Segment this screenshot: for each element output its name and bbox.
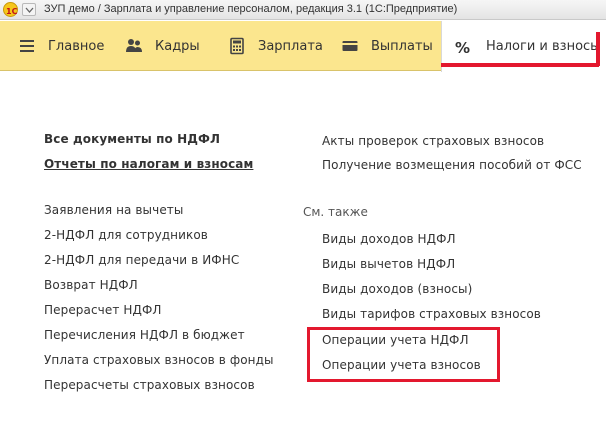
- section-taxes[interactable]: % Налоги и взносы: [441, 21, 606, 72]
- percent-icon: %: [454, 38, 472, 57]
- section-payments[interactable]: Выплаты: [341, 21, 433, 71]
- app-logo-icon[interactable]: 1С: [3, 2, 18, 17]
- section-label: Главное: [48, 38, 105, 54]
- link-tax-reports[interactable]: Отчеты по налогам и взносам: [44, 157, 253, 171]
- link-insurance-recalculations[interactable]: Перерасчеты страховых взносов: [44, 378, 255, 392]
- section-salary[interactable]: Зарплата: [228, 21, 323, 71]
- section-hr[interactable]: Кадры: [125, 21, 200, 71]
- link-deduction-applications[interactable]: Заявления на вычеты: [44, 203, 183, 217]
- link-ndfl-accounting-operations[interactable]: Операции учета НДФЛ: [322, 333, 469, 347]
- link-ndfl-refund[interactable]: Возврат НДФЛ: [44, 278, 138, 292]
- section-label: Кадры: [155, 38, 200, 54]
- svg-text:1С: 1С: [6, 7, 18, 16]
- title-bar: 1С ЗУП демо / Зарплата и управление перс…: [0, 0, 606, 20]
- section-label: Зарплата: [258, 38, 323, 54]
- section-main[interactable]: Главное: [18, 21, 104, 71]
- section-label: Налоги и взносы: [486, 39, 601, 54]
- link-insurance-audit-acts[interactable]: Акты проверок страховых взносов: [322, 134, 544, 148]
- link-fss-reimbursement[interactable]: Получение возмещения пособий от ФСС: [322, 158, 582, 172]
- link-insurance-payments[interactable]: Уплата страховых взносов в фонды: [44, 353, 274, 367]
- people-icon: [125, 37, 143, 55]
- link-all-ndfl-documents[interactable]: Все документы по НДФЛ: [44, 132, 220, 146]
- link-2ndfl-ifns[interactable]: 2-НДФЛ для передачи в ИФНС: [44, 253, 239, 267]
- link-ndfl-transfers[interactable]: Перечисления НДФЛ в бюджет: [44, 328, 245, 342]
- link-ndfl-deduction-types[interactable]: Виды вычетов НДФЛ: [322, 257, 455, 271]
- link-ndfl-income-types[interactable]: Виды доходов НДФЛ: [322, 232, 456, 246]
- sections-panel: Главное Кадры Зарплата Выплаты % Налоги …: [0, 21, 606, 72]
- link-insurance-tariff-types[interactable]: Виды тарифов страховых взносов: [322, 307, 541, 321]
- link-2ndfl-employees[interactable]: 2-НДФЛ для сотрудников: [44, 228, 208, 242]
- chevron-down-icon[interactable]: [22, 3, 36, 16]
- window-title: ЗУП демо / Зарплата и управление персона…: [44, 3, 458, 15]
- calculator-icon: [228, 37, 246, 55]
- menu-lines-icon: [18, 37, 36, 55]
- link-ndfl-recalculation[interactable]: Перерасчет НДФЛ: [44, 303, 162, 317]
- section-label: Выплаты: [371, 38, 433, 54]
- svg-text:%: %: [455, 39, 470, 56]
- link-income-types-contributions[interactable]: Виды доходов (взносы): [322, 282, 472, 296]
- section-content: Все документы по НДФЛ Отчеты по налогам …: [0, 72, 606, 436]
- link-contributions-accounting-operations[interactable]: Операции учета взносов: [322, 358, 481, 372]
- wallet-icon: [341, 37, 359, 55]
- see-also-label: См. также: [303, 205, 368, 219]
